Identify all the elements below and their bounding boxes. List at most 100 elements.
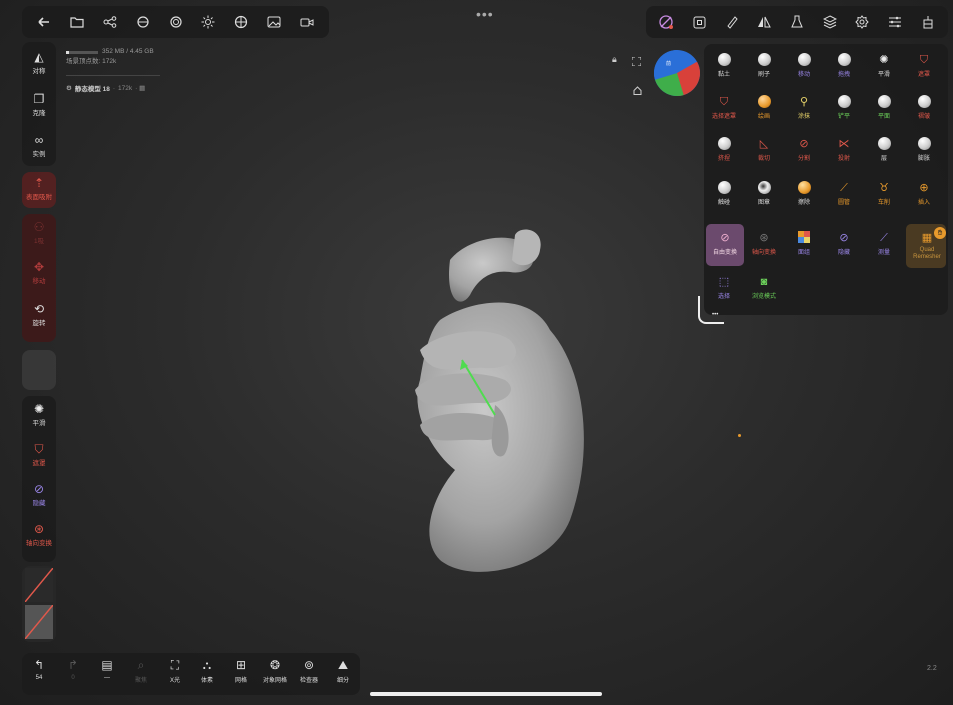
- tool-stamp[interactable]: 图章: [746, 178, 782, 212]
- sidebar-item-clone[interactable]: ❐ 克隆: [22, 92, 56, 117]
- measure-icon: ⟋: [880, 232, 888, 244]
- image-icon[interactable]: [257, 6, 290, 38]
- document-icon: ▤: [101, 658, 113, 672]
- xray-icon: ⛶: [170, 658, 180, 672]
- tool-insert[interactable]: ⊕ 插入: [906, 178, 942, 212]
- quad-remesher-badge-icon: ✋︎: [934, 227, 946, 239]
- tool-project[interactable]: ⋉ 投射: [826, 134, 862, 168]
- material-sphere-icon[interactable]: [159, 6, 192, 38]
- inspector-button[interactable]: ⊚ 检查器: [294, 658, 324, 684]
- clone-icon: ❐: [33, 92, 45, 106]
- xray-button[interactable]: ⛶ X光: [160, 658, 190, 684]
- hand-3d-model[interactable]: [400, 220, 610, 600]
- orientation-gizmo[interactable]: 前: [654, 50, 700, 96]
- tool-move[interactable]: 移动: [786, 50, 822, 84]
- axis-transform-icon: ⊛: [759, 232, 769, 244]
- tool-layer[interactable]: 层: [866, 134, 902, 168]
- tool-pinch[interactable]: 挤捏: [706, 134, 742, 168]
- sidebar-item-axis-transform[interactable]: ⊛ 轴向变换: [22, 522, 56, 547]
- tool-smooth[interactable]: ✺ 平滑: [866, 50, 902, 84]
- fullscreen-icon[interactable]: [631, 53, 642, 71]
- smudge-icon: ⚲: [799, 96, 809, 108]
- sidebar-item-surface-snap[interactable]: ⇡ 表面吸附: [22, 176, 56, 201]
- subdivide-button[interactable]: ⛰︎ 细分: [328, 658, 358, 684]
- left-sidebar-empty-slot[interactable]: [22, 350, 56, 390]
- sidebar-item-snap[interactable]: ⚇ 1吸: [22, 220, 56, 245]
- tool-inflate[interactable]: 膨胀: [906, 134, 942, 168]
- sliders-icon[interactable]: [879, 6, 912, 38]
- tool-flatten[interactable]: 铲平: [826, 92, 862, 126]
- object-icon: ⚙: [66, 85, 72, 92]
- undo-button[interactable]: ↰ 54: [24, 658, 54, 681]
- tool-clay[interactable]: 黏土: [706, 50, 742, 84]
- sidebar-item-rotate[interactable]: ⟲ 旋转: [22, 302, 56, 327]
- tool-plane[interactable]: 平面: [866, 92, 902, 126]
- tool-erase[interactable]: 擦除: [786, 178, 822, 212]
- back-arrow-icon[interactable]: [28, 6, 61, 38]
- tool-paint[interactable]: 绘画: [746, 92, 782, 126]
- light-sun-icon[interactable]: [192, 6, 225, 38]
- layers-icon[interactable]: [813, 6, 846, 38]
- object-line[interactable]: ⚙ 静态模型 18 · 172k · ▦: [66, 83, 145, 94]
- tool-crease[interactable]: 褶皱: [906, 92, 942, 126]
- tool-free-transform[interactable]: ⊘ 自由变换: [707, 228, 743, 262]
- home-indicator[interactable]: [370, 692, 602, 696]
- video-icon[interactable]: [290, 6, 323, 38]
- sidebar-item-move[interactable]: ✥ 移动: [22, 260, 56, 285]
- sidebar-item-instance[interactable]: ∞ 实例: [22, 133, 56, 158]
- tool-trim[interactable]: ◺ 裁切: [746, 134, 782, 168]
- tool-split[interactable]: ⊘ 分割: [786, 134, 822, 168]
- color-swatch-secondary[interactable]: [25, 605, 53, 639]
- tool-select-mask[interactable]: ⛉ 选择遮罩: [706, 92, 742, 126]
- voxel-button[interactable]: ⛬ 体素: [192, 658, 222, 684]
- tool-axis-transform[interactable]: ⊛ 轴向变换: [746, 228, 782, 262]
- tool-face-group[interactable]: 面组: [786, 228, 822, 262]
- folder-icon[interactable]: [61, 6, 94, 38]
- object-grid-button[interactable]: ❂ 对象网格: [260, 658, 290, 684]
- camera-icon: ◙: [760, 276, 768, 288]
- tool-drag[interactable]: 拖拽: [826, 50, 862, 84]
- share-nodes-icon[interactable]: [94, 6, 127, 38]
- project-icon: ⋉: [838, 138, 850, 150]
- gizmo-icon[interactable]: [911, 6, 944, 38]
- square-icon[interactable]: [683, 6, 716, 38]
- redo-icon: ↱: [67, 658, 79, 672]
- tool-measure[interactable]: ⟋ 测量: [866, 228, 902, 262]
- lock-icon[interactable]: 🔒︎: [612, 54, 617, 65]
- pivot-dot[interactable]: [738, 434, 741, 437]
- vertex-count: 场景顶点数: 172k: [66, 58, 117, 65]
- gizmo-front-label: 前: [666, 61, 672, 67]
- grid-button[interactable]: ⊞ 网格: [226, 658, 256, 684]
- tool-smudge[interactable]: ⚲ 涂抹: [786, 92, 822, 126]
- scene-icon[interactable]: [126, 6, 159, 38]
- tool-mask[interactable]: ⛉ 遮罩: [906, 50, 942, 84]
- panel-resize-dots: •••: [712, 312, 719, 318]
- symmetry-icon[interactable]: [748, 6, 781, 38]
- tool-brush[interactable]: 刷子: [746, 50, 782, 84]
- sidebar-item-symmetry[interactable]: ◭ 对称: [22, 50, 56, 75]
- postprocess-icon[interactable]: [225, 6, 258, 38]
- settings-gear-icon[interactable]: [846, 6, 879, 38]
- home-icon[interactable]: [633, 82, 642, 100]
- sidebar-item-hide[interactable]: ⊘ 隐藏: [22, 482, 56, 507]
- tool-hide[interactable]: ⊘ 隐藏: [826, 228, 862, 262]
- sidebar-item-mask[interactable]: ⛉ 遮罩: [22, 442, 56, 467]
- top-more-dots[interactable]: •••: [476, 6, 494, 22]
- tool-browse-mode[interactable]: ◙ 浏览模式: [746, 272, 782, 306]
- tool-tube[interactable]: ⟋ 圆管: [826, 178, 862, 212]
- color-swatch-primary[interactable]: [25, 568, 53, 602]
- tool-lathe[interactable]: ♉︎ 车削: [866, 178, 902, 212]
- panel-resize-handle[interactable]: [698, 296, 724, 324]
- brush-icon[interactable]: [715, 6, 748, 38]
- transform-icon[interactable]: [650, 6, 683, 38]
- redo-button[interactable]: ↱ 0: [58, 658, 88, 681]
- document-button[interactable]: ▤ —: [92, 658, 122, 681]
- axis-transform-icon: ⊛: [33, 522, 45, 536]
- free-transform-icon: ⊘: [720, 232, 730, 244]
- focus-button[interactable]: ⌕ 聚焦: [126, 658, 156, 684]
- mask-icon: ⛉: [919, 54, 929, 66]
- grid-icon: ⊞: [235, 658, 247, 672]
- flask-icon[interactable]: [781, 6, 814, 38]
- sidebar-item-smooth[interactable]: ✺ 平滑: [22, 402, 56, 427]
- tool-tap[interactable]: 触碰: [706, 178, 742, 212]
